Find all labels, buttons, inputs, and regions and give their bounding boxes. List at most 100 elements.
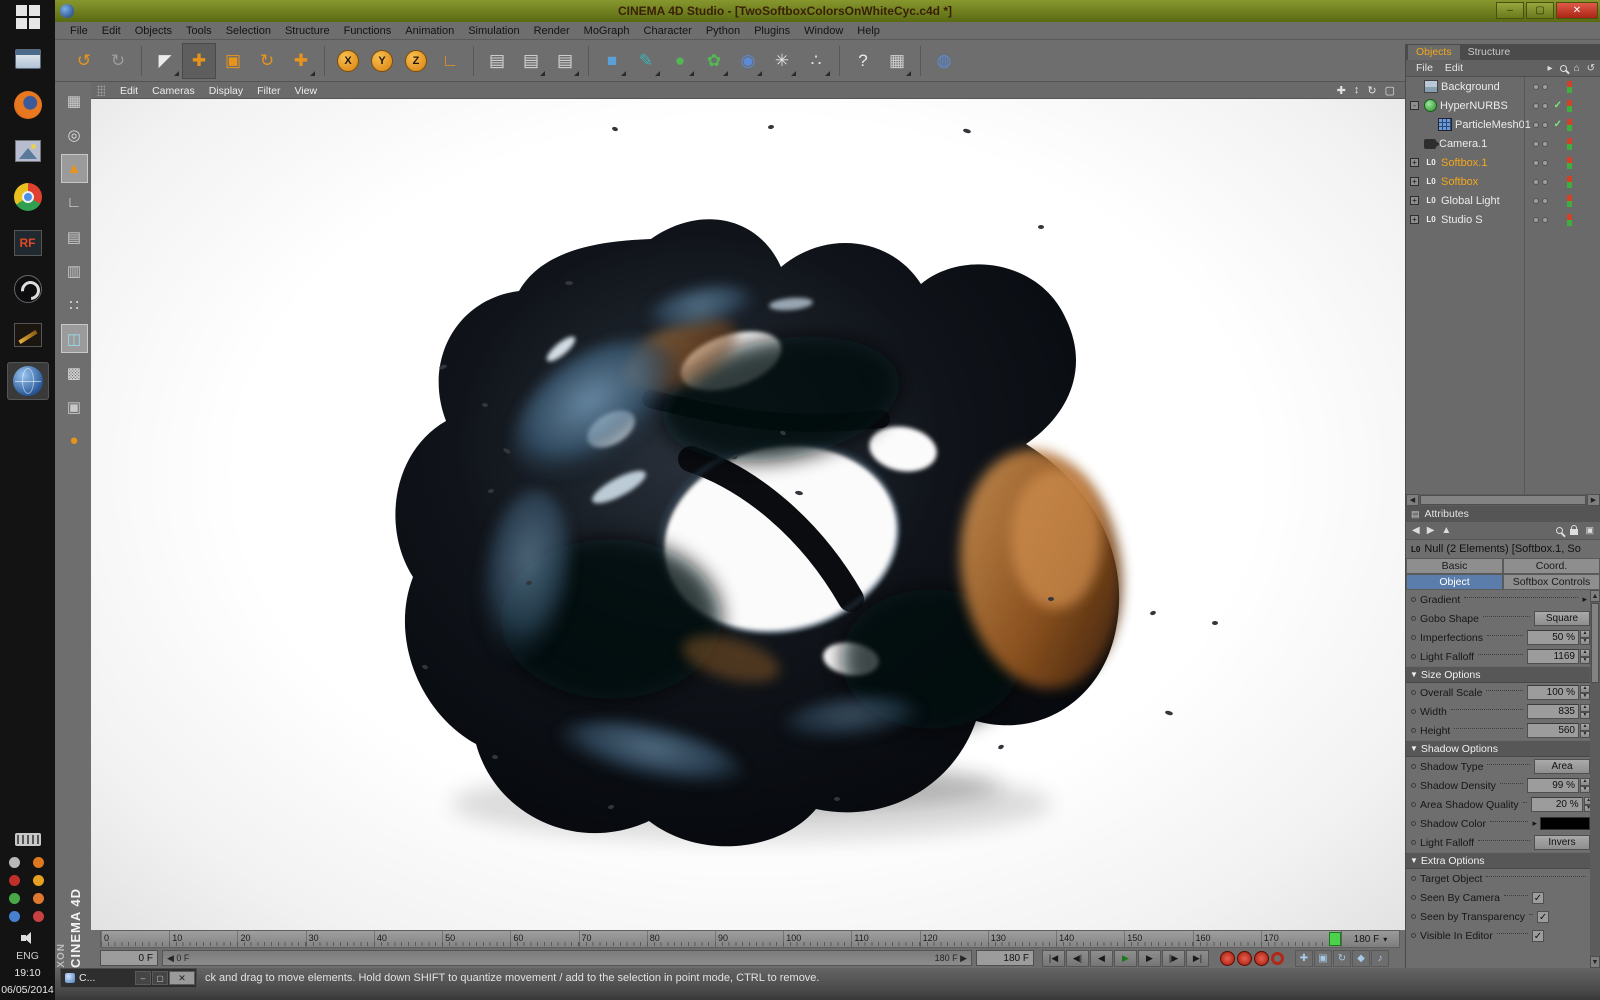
ruler-tick[interactable]: 20 (237, 931, 306, 947)
keyframe-dot-icon[interactable] (1411, 690, 1416, 695)
keyframe-pla-toggle[interactable]: ♪ (1371, 949, 1389, 967)
goto-start-button[interactable]: |◀ (1042, 949, 1065, 967)
editor-visibility-dot[interactable] (1533, 216, 1539, 223)
autokey-toggle[interactable] (1271, 951, 1284, 965)
objects-menu-file[interactable]: File (1411, 62, 1438, 74)
stepper-arrows[interactable]: ▲ ▼ (1580, 723, 1590, 738)
expand-arrow-icon[interactable]: ▸ (1548, 63, 1553, 74)
ruler-tick[interactable]: 110 (851, 931, 920, 947)
visibility-dots[interactable] (1533, 159, 1548, 166)
keyframe-dot-icon[interactable] (1411, 728, 1416, 733)
ruler-tick[interactable]: 100 (783, 931, 852, 947)
tray-icon-5[interactable] (8, 893, 20, 904)
close-button[interactable]: ✕ (1556, 1, 1598, 19)
tab-objects[interactable]: Objects (1408, 45, 1460, 60)
object-row[interactable]: - HyperNURBS ✓ (1406, 96, 1600, 115)
end-frame-field[interactable]: 180 F (976, 950, 1034, 966)
image-viewer-icon-slot[interactable] (7, 132, 49, 170)
redo-button[interactable]: ↻ (101, 43, 135, 79)
refresh-icon[interactable]: ↺ (1587, 63, 1595, 74)
timeline-ruler[interactable]: 0 10 20 30 40 50 60 70 80 90 100 110 120 130 140 150 160… (100, 930, 1400, 948)
add-particles-button[interactable]: ✳ (765, 43, 799, 79)
scrollbar-thumb[interactable] (1420, 495, 1586, 505)
render-visibility-dot[interactable] (1542, 197, 1548, 204)
keyframe-scale-toggle[interactable]: ▣ (1314, 949, 1332, 967)
attribute-value-button[interactable]: Square (1534, 611, 1590, 626)
lock-icon[interactable] (1570, 525, 1579, 535)
expander-icon[interactable]: + (1410, 215, 1419, 224)
viewport-menu-edit[interactable]: Edit (113, 85, 145, 97)
maximize-button[interactable]: ▢ (1526, 1, 1554, 19)
keyframe-dot-icon[interactable] (1411, 597, 1416, 602)
last-used-tool[interactable]: ✚ (284, 43, 318, 79)
minimize-button[interactable]: – (1496, 1, 1524, 19)
viewport-menu-view[interactable]: View (287, 85, 324, 97)
snap-mode-button[interactable]: ▣ (61, 392, 88, 421)
enabled-check-icon[interactable]: ✓ (1554, 119, 1562, 130)
stepper-down-icon[interactable]: ▼ (1580, 785, 1590, 793)
ruler-tick[interactable]: 80 (646, 931, 716, 947)
visibility-dots[interactable] (1533, 121, 1548, 128)
section-header[interactable]: ▼ Extra Options (1406, 852, 1590, 869)
objects-horizontal-scrollbar[interactable]: ◀ ▶ (1406, 494, 1600, 506)
stepper-up-icon[interactable]: ▲ (1580, 723, 1590, 731)
rotate-tool[interactable]: ↻ (250, 43, 284, 79)
chrome-icon-slot[interactable] (7, 178, 49, 216)
object-row[interactable]: + L0 Softbox (1406, 172, 1600, 191)
tab-object[interactable]: Object (1406, 574, 1503, 590)
model-mode-button[interactable]: ◎ (61, 120, 88, 149)
firefox-icon-slot[interactable] (7, 86, 49, 124)
render-visibility-dot[interactable] (1542, 178, 1548, 185)
menu-tools[interactable]: Tools (179, 25, 219, 37)
previous-key-button[interactable]: ◀| (1066, 949, 1089, 967)
current-frame-field[interactable]: 0 F (100, 950, 158, 966)
keyframe-dot-icon[interactable] (1411, 895, 1416, 900)
render-visibility-dot[interactable] (1542, 159, 1548, 166)
layer-color-chip[interactable] (1567, 99, 1572, 112)
points-mode-button[interactable]: ∷ (61, 290, 88, 319)
ruler-tick[interactable]: 30 (305, 931, 375, 947)
x-axis-lock[interactable]: X (331, 43, 365, 79)
viewport-canvas[interactable] (91, 99, 1405, 930)
menu-character[interactable]: Character (637, 25, 699, 37)
ruler-tick[interactable]: 160 (1192, 931, 1261, 947)
visibility-dots[interactable] (1533, 102, 1548, 109)
section-header[interactable]: ▼ Size Options (1406, 666, 1590, 683)
attribute-value-field[interactable]: 100 % (1527, 685, 1579, 700)
stepper-down-icon[interactable]: ▼ (1580, 692, 1590, 700)
viewport-filter-button[interactable]: ● (61, 426, 88, 455)
viewport-menu-display[interactable]: Display (202, 85, 250, 97)
add-physics-button[interactable]: ∴ (799, 43, 833, 79)
editor-visibility-dot[interactable] (1533, 140, 1539, 147)
coordinate-system-toggle[interactable]: ∟ (433, 43, 467, 79)
play-button[interactable]: ▶ (1114, 949, 1137, 967)
layer-color-chip[interactable] (1567, 118, 1572, 131)
expander-icon[interactable]: + (1410, 158, 1419, 167)
range-start-grip[interactable]: ◀ 0 F (167, 953, 189, 964)
add-cube-button[interactable]: ■ (595, 43, 629, 79)
ruler-end-frame[interactable]: 180 F ▾ (1340, 931, 1399, 947)
keyframe-rotation-toggle[interactable]: ↻ (1333, 949, 1351, 967)
keyframe-dot-icon[interactable] (1411, 764, 1416, 769)
scrollbar-thumb[interactable] (1591, 603, 1599, 683)
menu-mograph[interactable]: MoGraph (577, 25, 637, 37)
paint-app-icon-slot[interactable] (7, 316, 49, 354)
editor-visibility-dot[interactable] (1533, 83, 1539, 90)
menu-render[interactable]: Render (527, 25, 577, 37)
axis-mode-button[interactable]: ∟ (61, 188, 88, 217)
render-settings-button[interactable]: ▤ (548, 43, 582, 79)
mini-close-button[interactable]: ✕ (169, 971, 195, 985)
visibility-dots[interactable] (1533, 216, 1548, 223)
menu-simulation[interactable]: Simulation (461, 25, 526, 37)
stepper-up-icon[interactable]: ▲ (1580, 685, 1590, 693)
home-icon[interactable]: ⌂ (1574, 63, 1580, 74)
menu-help[interactable]: Help (850, 25, 887, 37)
stepper-down-icon[interactable]: ▼ (1580, 730, 1590, 738)
attribute-value-field[interactable]: 835 (1527, 704, 1579, 719)
add-spline-button[interactable]: ✎ (629, 43, 663, 79)
render-visibility-dot[interactable] (1542, 216, 1548, 223)
search-icon[interactable] (1559, 64, 1567, 72)
attribute-value-field[interactable]: 99 % (1527, 778, 1579, 793)
file-explorer-icon-slot[interactable] (7, 40, 49, 78)
expand-arrow-icon[interactable]: ▸ (1582, 594, 1587, 605)
